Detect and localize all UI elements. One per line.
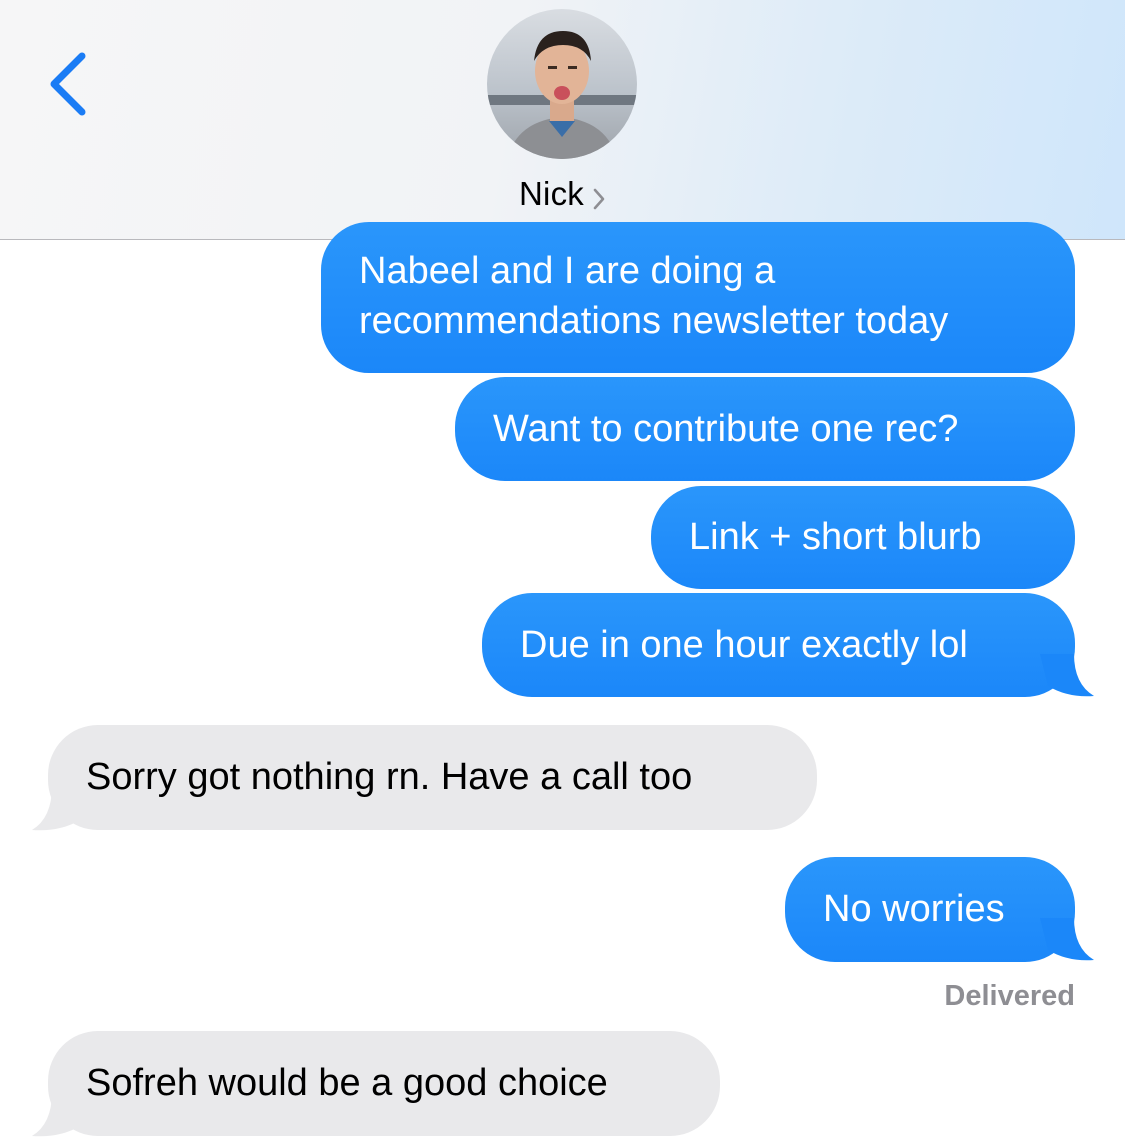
message-text: Due in one hour exactly lol	[520, 624, 968, 666]
contact-name-row[interactable]: Nick	[0, 172, 1125, 216]
message-bubble-incoming[interactable]: Sorry got nothing rn. Have a call too	[48, 725, 817, 830]
message-bubble-outgoing[interactable]: Want to contribute one rec?	[455, 377, 1075, 481]
avatar-photo	[487, 9, 637, 159]
message-bubble-outgoing[interactable]: Link + short blurb	[651, 486, 1075, 589]
bubble-tail-outgoing	[1040, 918, 1094, 961]
message-text: Sorry got nothing rn. Have a call too	[86, 756, 693, 798]
back-button[interactable]	[44, 46, 104, 126]
message-text: Link + short blurb	[689, 516, 982, 558]
message-text-line: recommendations newsletter today	[359, 300, 949, 342]
message-bubble-outgoing[interactable]: No worries	[785, 857, 1075, 962]
message-text: Want to contribute one rec?	[493, 408, 959, 450]
message-bubble-outgoing[interactable]: Due in one hour exactly lol	[482, 593, 1075, 697]
conversation-header: Nick	[0, 0, 1125, 240]
chevron-right-icon	[593, 188, 605, 210]
message-text: Sofreh would be a good choice	[86, 1062, 608, 1104]
message-text-line: Nabeel and I are doing a	[359, 250, 776, 292]
chevron-left-icon	[50, 52, 86, 116]
message-text: No worries	[823, 888, 1005, 930]
message-bubble-incoming[interactable]: Sofreh would be a good choice	[48, 1031, 720, 1136]
delivery-status: Delivered	[944, 980, 1075, 1012]
contact-avatar[interactable]	[487, 9, 637, 159]
message-bubble-outgoing[interactable]: Nabeel and I are doing a recommendations…	[321, 222, 1075, 373]
bubble-tail-outgoing	[1040, 654, 1094, 697]
contact-name: Nick	[519, 175, 584, 212]
